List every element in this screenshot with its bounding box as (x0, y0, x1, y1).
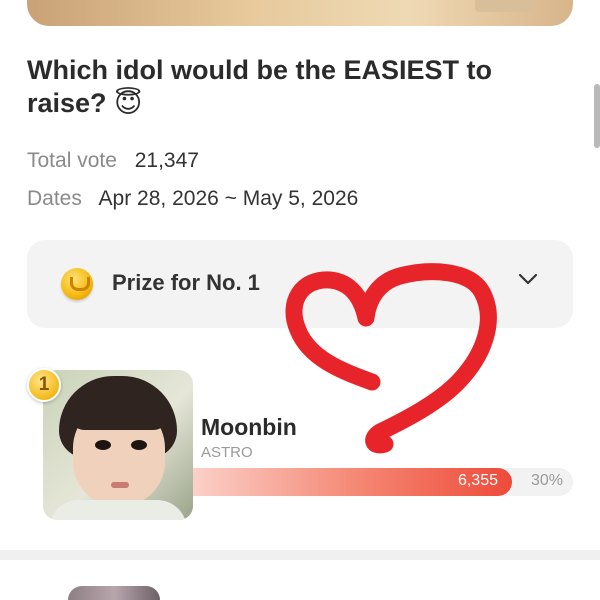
coin-icon (61, 268, 93, 300)
halo-face-emoji-icon: 😇 (114, 88, 143, 119)
poll-title-text: Which idol would be the EASIEST to raise… (27, 55, 492, 118)
photo-eye-left (95, 440, 111, 450)
vote-percent: 30% (530, 472, 563, 489)
scroll-indicator (594, 84, 600, 148)
vote-count: 6,355 (457, 472, 498, 489)
dates-label: Dates (27, 187, 82, 210)
ranking-item[interactable]: 1 Moonbin ASTRO 6,355 30% (27, 368, 573, 520)
event-banner[interactable] (27, 0, 573, 26)
photo-eye-right (131, 440, 147, 450)
chevron-down-icon[interactable] (517, 268, 539, 290)
rank-badge: 1 (27, 368, 61, 402)
total-vote-row: Total vote 21,347 (27, 148, 199, 174)
vote-bar-fill: 6,355 (193, 468, 512, 496)
prize-label: Prize for No. 1 (112, 270, 260, 295)
vote-bar: 6,355 30% (193, 468, 573, 496)
dates-value: Apr 28, 2026 ~ May 5, 2026 (98, 187, 359, 210)
banner-decoration (475, 0, 535, 12)
prize-accordion[interactable]: Prize for No. 1 (27, 240, 573, 328)
total-vote-value: 21,347 (134, 149, 199, 172)
idol-group: ASTRO (201, 444, 253, 461)
poll-title: Which idol would be the EASIEST to raise… (27, 54, 557, 120)
photo-fringe (71, 390, 167, 430)
next-idol-photo (68, 586, 160, 600)
idol-name: Moonbin (201, 414, 297, 440)
section-divider (0, 550, 600, 560)
idol-photo (43, 370, 193, 520)
photo-mouth (111, 482, 129, 488)
dates-row: Dates Apr 28, 2026 ~ May 5, 2026 (27, 186, 358, 212)
photo-shirt (49, 500, 187, 520)
total-vote-label: Total vote (27, 149, 117, 172)
